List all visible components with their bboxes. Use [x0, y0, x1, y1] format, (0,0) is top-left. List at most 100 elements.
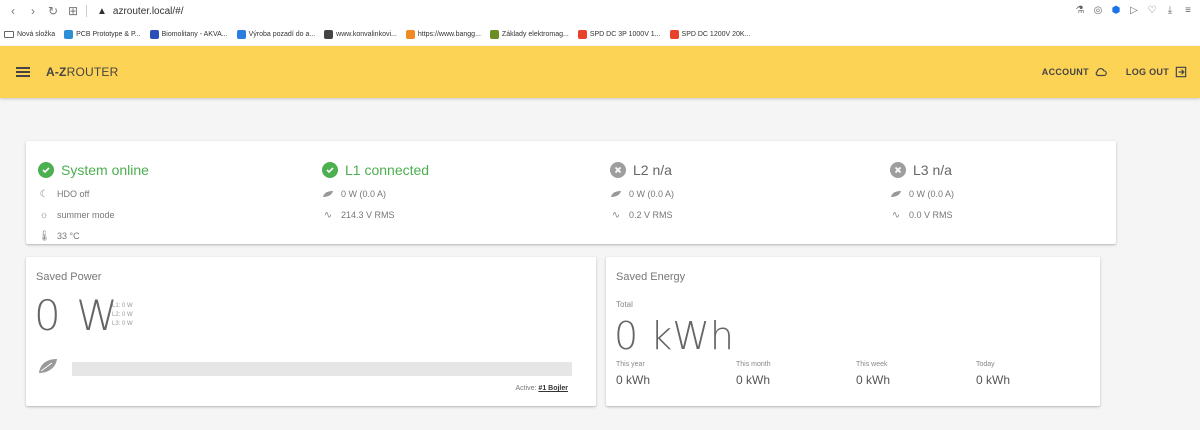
- bookmark-item[interactable]: PCB Prototype & P...: [64, 29, 141, 39]
- warning-icon[interactable]: ▲: [97, 6, 107, 17]
- account-label: ACCOUNT: [1041, 67, 1089, 77]
- bookmark-item[interactable]: Nová složka: [4, 30, 55, 38]
- bookmark-item[interactable]: Biomolitany - AKVA...: [149, 29, 228, 39]
- sine-wave-icon: ∿: [611, 209, 621, 221]
- pcb-icon: [64, 29, 74, 39]
- phase-voltage: 214.3 V RMS: [341, 210, 395, 220]
- aliexpress-icon: [577, 29, 587, 39]
- aliexpress-icon: [669, 29, 679, 39]
- browser-toolbar-icons: ⚗ ◎ ⬢ ▷ ♡ ⤓ ≡: [1074, 5, 1194, 16]
- brand-logo[interactable]: A-ZROUTER: [46, 65, 118, 79]
- energy-period: This month 0 kWh: [736, 361, 856, 387]
- bookmark-item[interactable]: Základy elektromag...: [489, 29, 569, 39]
- bookmark-label: Základy elektromag...: [501, 30, 569, 38]
- back-icon[interactable]: ‹: [6, 4, 20, 18]
- forward-icon[interactable]: ›: [26, 4, 40, 18]
- thermometer-icon: 🌡: [38, 230, 51, 242]
- shield-icon[interactable]: ⬢: [1110, 5, 1122, 16]
- phase-l2-status: L2 n/a 0 W (0.0 A) ∿ 0.2 V RMS: [610, 161, 674, 221]
- saved-energy-title: Saved Energy: [616, 271, 686, 283]
- play-icon[interactable]: ▷: [1128, 5, 1140, 16]
- cancel-circle-icon: [890, 162, 906, 178]
- bookmark-label: SPD DC 1200V 20K...: [681, 30, 751, 38]
- phase-l1-status: L1 connected 0 W (0.0 A) ∿ 214.3 V RMS: [322, 161, 429, 221]
- hamburger-menu-icon[interactable]: [16, 67, 30, 77]
- active-device-link[interactable]: #1 Bojler: [538, 385, 568, 392]
- saved-power-value: 0 W: [34, 291, 119, 340]
- sine-wave-icon: ∿: [323, 209, 333, 221]
- translate-icon[interactable]: ⚗: [1074, 5, 1086, 16]
- status-card: System online ☾ HDO off ☼ summer mode 🌡 33 …: [26, 141, 1116, 244]
- phase-power-line: L3: 0 W: [112, 321, 133, 327]
- bookmark-label: PCB Prototype & P...: [76, 30, 141, 38]
- bookmark-label: www.konvalinkovi...: [336, 30, 397, 38]
- leaf-icon: [323, 191, 333, 197]
- heart-icon[interactable]: ♡: [1146, 5, 1158, 16]
- bookmark-item[interactable]: www.konvalinkovi...: [324, 29, 397, 39]
- energy-period: This year 0 kWh: [616, 361, 736, 387]
- account-button[interactable]: ACCOUNT: [1042, 65, 1108, 79]
- camera-icon[interactable]: ◎: [1092, 5, 1104, 16]
- saved-power-progress: [72, 362, 572, 376]
- phase-l3-status: L3 n/a 0 W (0.0 A) ∿ 0.0 V RMS: [890, 161, 954, 221]
- biomolitany-icon: [149, 29, 159, 39]
- system-status: System online ☾ HDO off ☼ summer mode 🌡 33 …: [38, 161, 149, 242]
- bookmark-item[interactable]: SPD DC 3P 1000V 1...: [577, 29, 661, 39]
- phase-title: L1 connected: [345, 162, 430, 178]
- period-label: This month: [736, 361, 771, 368]
- bookmark-label: Biomolitany - AKVA...: [161, 30, 228, 38]
- folder-icon: [4, 30, 14, 38]
- period-label: Today: [976, 361, 995, 368]
- leaf-icon: [891, 191, 901, 197]
- bookmark-label: https://www.bangg...: [417, 30, 481, 38]
- banggood-icon: [405, 29, 415, 39]
- logout-button[interactable]: LOG OUT: [1126, 65, 1188, 79]
- period-value: 0 kWh: [856, 373, 891, 387]
- phase-power: 0 W (0.0 A): [341, 189, 387, 199]
- page-icon: [324, 29, 334, 39]
- address-bar[interactable]: azrouter.local/#/: [113, 6, 184, 17]
- bookmark-item[interactable]: https://www.bangg...: [405, 29, 481, 39]
- season-mode: summer mode: [57, 210, 115, 220]
- energy-period: This week 0 kWh: [856, 361, 976, 387]
- cancel-circle-icon: [610, 162, 626, 178]
- app-bar: A-ZROUTER ACCOUNT LOG OUT: [0, 46, 1200, 98]
- total-energy-value: 0 kWh: [614, 314, 734, 358]
- menu-icon[interactable]: ≡: [1182, 5, 1194, 16]
- brand-rest: ROUTER: [66, 65, 119, 79]
- system-status-title: System online: [61, 162, 149, 178]
- active-device-line: Active: #1 Bojler: [515, 385, 568, 392]
- period-label: This week: [856, 361, 888, 368]
- period-label: This year: [616, 361, 645, 368]
- leaf-icon: [489, 29, 499, 39]
- phase-voltage: 0.2 V RMS: [629, 210, 673, 220]
- logout-label: LOG OUT: [1125, 67, 1169, 77]
- bookmark-item[interactable]: Výroba pozadí do a...: [236, 29, 316, 39]
- hdo-status: HDO off: [57, 189, 90, 199]
- energy-period: Today 0 kWh: [976, 361, 1096, 387]
- brand-bold: A-Z: [46, 65, 67, 79]
- reload-icon[interactable]: ↻: [46, 4, 60, 18]
- bookmark-item[interactable]: SPD DC 1200V 20K...: [669, 29, 751, 39]
- bookmark-label: SPD DC 3P 1000V 1...: [589, 30, 661, 38]
- leaf-icon: [611, 191, 621, 197]
- active-label: Active:: [515, 385, 537, 392]
- download-icon[interactable]: ⤓: [1164, 5, 1176, 16]
- phase-power-list: L1: 0 W L2: 0 W L3: 0 W: [112, 302, 133, 329]
- browser-chrome: ‹ › ↻ ⊞ ▲ azrouter.local/#/ ⚗ ◎ ⬢ ▷ ♡ ⤓ …: [0, 0, 1200, 46]
- total-label: Total: [616, 300, 633, 309]
- address-row: ‹ › ↻ ⊞ ▲ azrouter.local/#/ ⚗ ◎ ⬢ ▷ ♡ ⤓ …: [0, 0, 1200, 22]
- logout-icon: [1175, 66, 1187, 78]
- divider: [86, 5, 87, 17]
- sun-icon: ☼: [39, 209, 49, 221]
- phase-title: L3 n/a: [913, 162, 952, 178]
- bookmark-label: Výroba pozadí do a...: [248, 30, 316, 38]
- tabs-grid-icon[interactable]: ⊞: [66, 4, 80, 18]
- period-value: 0 kWh: [976, 373, 1011, 387]
- period-value: 0 kWh: [736, 373, 771, 387]
- saved-power-title: Saved Power: [36, 271, 102, 283]
- appbar-actions: ACCOUNT LOG OUT: [1042, 46, 1188, 98]
- leaf-icon: [39, 359, 57, 373]
- phase-power: 0 W (0.0 A): [629, 189, 675, 199]
- saved-energy-card: Saved Energy Total 0 kWh This year 0 kWh…: [606, 257, 1100, 406]
